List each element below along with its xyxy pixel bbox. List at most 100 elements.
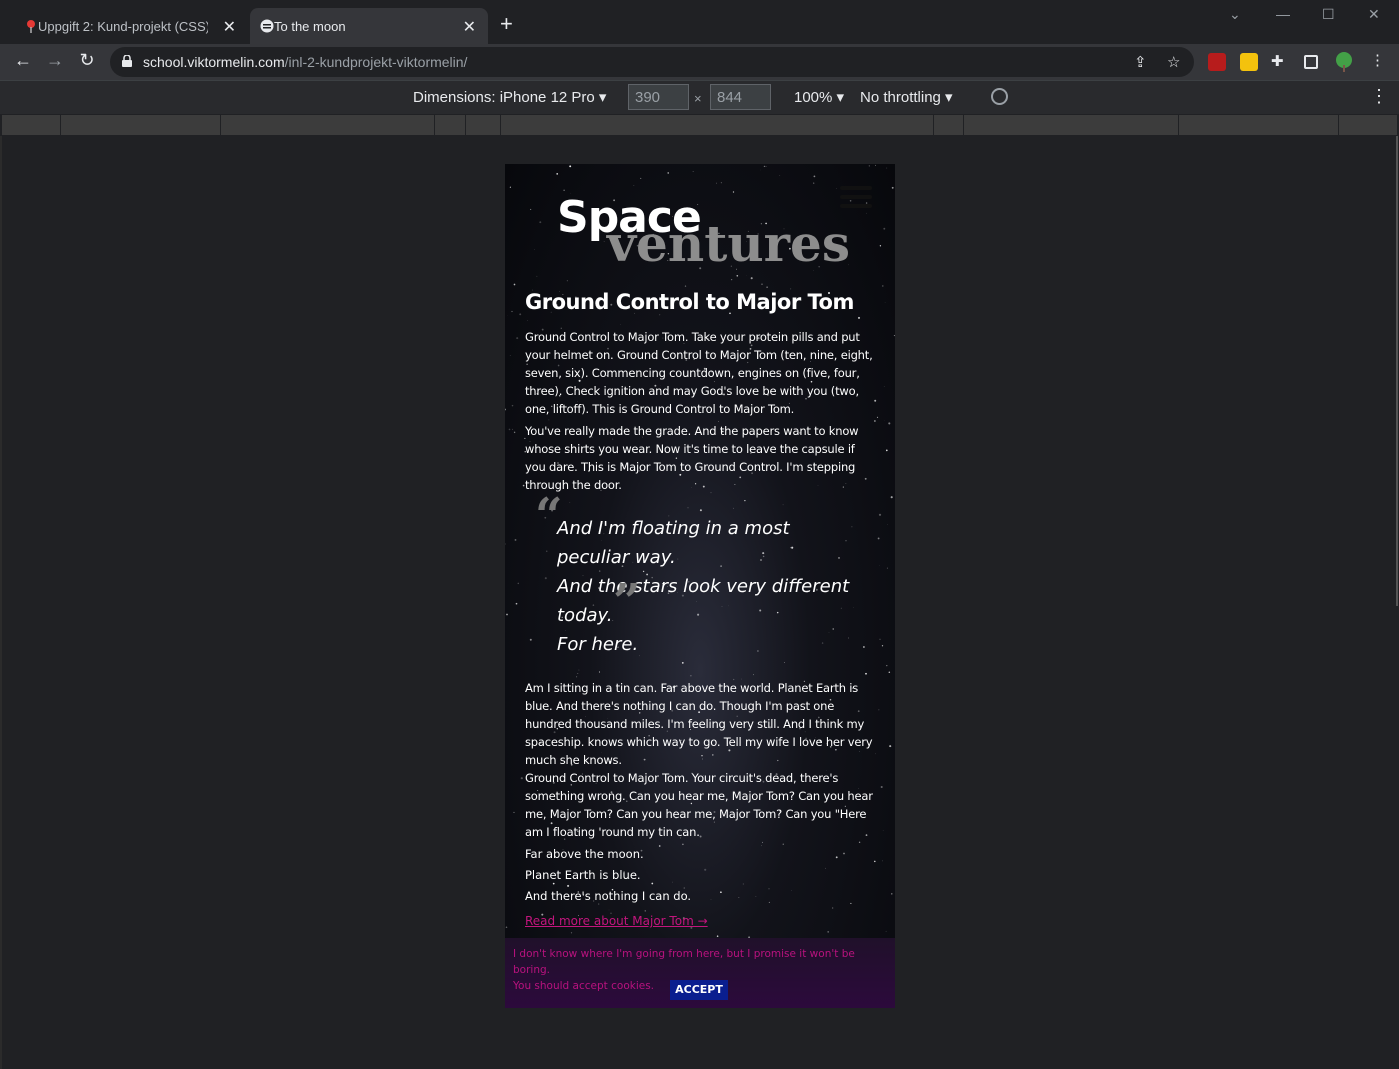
tab-to-the-moon[interactable]: To the moon ✕ (250, 8, 488, 44)
star (512, 428, 513, 430)
star (514, 538, 517, 541)
forward-icon[interactable]: → (43, 50, 67, 71)
star (513, 283, 516, 286)
dimension-separator: × (694, 91, 702, 106)
ruler-segment[interactable] (435, 115, 466, 135)
star (569, 165, 572, 168)
paragraph: You've really made the grade. And the pa… (525, 424, 859, 492)
star (716, 182, 717, 184)
height-input[interactable]: 844 (710, 84, 771, 110)
star (539, 221, 542, 224)
article: Ground Control to Major Tom Ground Contr… (525, 290, 877, 929)
ruler-segment[interactable] (221, 115, 435, 135)
new-tab-button[interactable]: + (500, 13, 513, 35)
maximize-icon[interactable]: ☐ (1322, 6, 1335, 23)
device-dimensions-select[interactable]: Dimensions: iPhone 12 Pro ▾ (413, 88, 606, 106)
tree-icon[interactable] (1333, 51, 1355, 73)
rotate-icon[interactable] (991, 88, 1008, 105)
star (570, 932, 573, 934)
paragraph: Ground Control to Major Tom. Your circui… (525, 771, 873, 839)
throttling-select[interactable]: No throttling ▾ (860, 88, 953, 106)
ruler-segment[interactable] (466, 115, 501, 135)
address-bar[interactable]: school.viktormelin.com/inl-2-kundprojekt… (110, 47, 1194, 77)
star (508, 428, 511, 431)
minimize-icon[interactable]: — (1276, 6, 1290, 22)
star (517, 582, 520, 585)
site-icon (260, 19, 274, 33)
quote-line: And the stars look very different today. (557, 576, 850, 626)
star (506, 613, 508, 616)
tab-uppgift[interactable]: Uppgift 2: Kund-projekt (CSS) | H ✕ (14, 8, 248, 44)
reload-icon[interactable]: ↻ (75, 50, 99, 71)
close-icon[interactable]: ✕ (223, 17, 236, 37)
star (890, 496, 893, 499)
ublock-icon[interactable] (1208, 53, 1226, 71)
star (530, 208, 532, 210)
star (563, 189, 565, 191)
chevron-down-icon[interactable]: ⌄ (1229, 6, 1241, 23)
pin-icon (27, 20, 35, 33)
star (766, 286, 768, 288)
star (779, 175, 781, 176)
star (761, 283, 763, 286)
star (813, 182, 815, 184)
star-icon[interactable]: ☆ (1167, 53, 1180, 71)
scrollbar[interactable] (1396, 136, 1398, 606)
star (536, 275, 538, 277)
star (883, 386, 885, 387)
star (720, 182, 722, 184)
star (505, 926, 508, 928)
close-quote-icon: ” (613, 574, 641, 630)
star (882, 860, 884, 862)
ruler-segment[interactable] (2, 115, 61, 135)
back-icon[interactable]: ← (11, 50, 35, 71)
star (875, 164, 876, 166)
more-options-icon[interactable]: ⋮ (1370, 86, 1388, 107)
window-close-icon[interactable]: ✕ (1368, 6, 1380, 23)
star (520, 777, 523, 780)
hamburger-menu-icon[interactable] (840, 186, 872, 208)
accept-cookies-button[interactable]: ACCEPT (670, 980, 728, 1000)
blockquote: “ And I'm floating in a most peculiar wa… (535, 492, 857, 659)
ruler-segment[interactable] (901, 115, 934, 135)
short-line: Far above the moon. (525, 847, 644, 861)
star (888, 671, 891, 673)
puzzle-icon[interactable]: ✚ (1271, 52, 1284, 70)
sidepanel-icon[interactable] (1304, 55, 1318, 69)
star (566, 280, 568, 282)
star (868, 165, 870, 167)
close-icon[interactable]: ✕ (463, 17, 476, 37)
star (640, 177, 642, 179)
star (511, 404, 514, 407)
star (505, 543, 506, 545)
ruler-segment[interactable] (964, 115, 1179, 135)
star (684, 285, 687, 287)
star (750, 277, 753, 280)
star (509, 186, 511, 188)
share-icon[interactable]: ⇪ (1134, 53, 1147, 71)
zoom-select[interactable]: 100% ▾ (794, 88, 844, 106)
phone-viewport: Space ventures Ground Control to Major T… (505, 164, 895, 1008)
star (891, 893, 893, 895)
ruler-segment[interactable] (1179, 115, 1339, 135)
star (882, 285, 884, 287)
width-input[interactable]: 390 (628, 84, 689, 110)
tab-title: Uppgift 2: Kund-projekt (CSS) | H (38, 18, 208, 34)
ruler-segment[interactable] (61, 115, 221, 135)
ruler-segment[interactable] (934, 115, 964, 135)
media-query-ruler[interactable] (2, 115, 1397, 135)
star (891, 186, 894, 189)
star (505, 408, 507, 411)
star (878, 513, 882, 516)
star (877, 537, 880, 540)
star (516, 337, 519, 340)
star (732, 191, 735, 193)
read-more-link[interactable]: Read more about Major Tom → (525, 914, 708, 928)
star (827, 931, 830, 933)
star (886, 167, 888, 169)
star (716, 935, 719, 937)
extension-icon[interactable] (1240, 53, 1258, 71)
star (519, 313, 522, 316)
browser-toolbar: ← → ↻ school.viktormelin.com/inl-2-kundp… (0, 44, 1399, 80)
menu-icon[interactable]: ⋮ (1370, 51, 1385, 69)
